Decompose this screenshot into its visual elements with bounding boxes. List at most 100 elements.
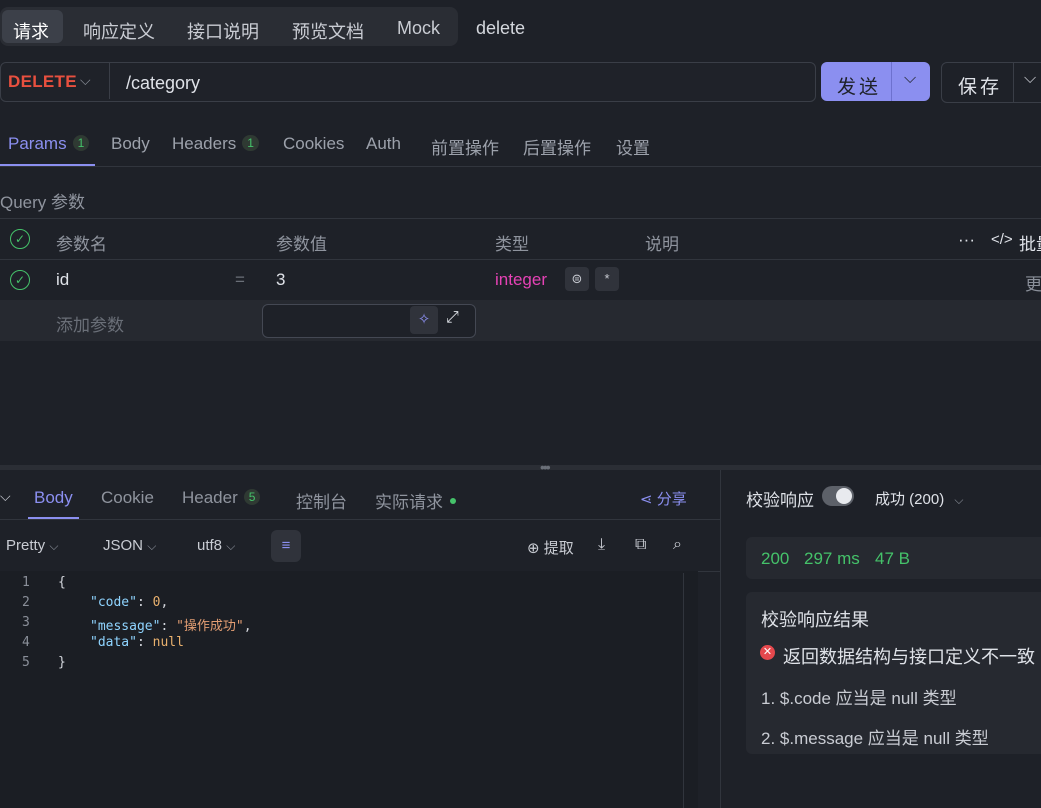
toggle-knob <box>836 488 852 504</box>
row-more-button[interactable]: 更 <box>1025 270 1041 295</box>
scrollbar[interactable] <box>683 573 699 808</box>
chevron-down-icon[interactable]: ⌵ <box>1024 70 1036 88</box>
tab-auth[interactable]: Auth <box>366 134 401 154</box>
drag-handle-icon[interactable]: ••• <box>540 459 551 475</box>
api-name[interactable]: delete <box>476 18 525 39</box>
tab-headers[interactable]: Headers 1 <box>172 134 259 154</box>
line-number: 1 <box>22 575 30 590</box>
line-number: 5 <box>22 655 30 670</box>
json-brace-close: } <box>58 655 66 670</box>
json-line-data: "data": null <box>90 635 184 650</box>
tab-response-definition[interactable]: 响应定义 <box>83 18 155 44</box>
json-key: "code" <box>90 595 137 610</box>
copy-icon[interactable]: ⧉ <box>635 536 646 554</box>
tab-params[interactable]: Params 1 <box>8 134 90 154</box>
json-value: "操作成功" <box>176 619 244 634</box>
add-param-placeholder[interactable]: 添加参数 <box>56 311 124 336</box>
tab-headers-label: Headers <box>172 134 237 153</box>
tab-actual-request-label: 实际请求 <box>375 493 443 512</box>
response-status-select[interactable]: 成功 (200) ⌵ <box>875 488 963 509</box>
json-value: null <box>152 635 184 650</box>
add-param-row <box>0 300 1041 341</box>
method-select[interactable]: DELETE <box>8 72 77 92</box>
column-header-value: 参数值 <box>276 235 327 254</box>
response-size: 47 B <box>875 549 910 568</box>
param-name[interactable]: id <box>56 270 69 290</box>
tab-body[interactable]: Body <box>111 134 150 154</box>
tab-mock[interactable]: Mock <box>397 18 440 39</box>
language-select[interactable]: JSON ⌵ <box>103 537 156 554</box>
tab-console[interactable]: 控制台 <box>296 488 347 513</box>
expand-icon[interactable]: ⤢ <box>446 309 459 327</box>
tab-preview-doc[interactable]: 预览文档 <box>292 18 364 44</box>
verify-error-item: 2. $.message 应当是 null 类型 <box>761 729 989 748</box>
tab-response-header-label: Header <box>182 488 238 507</box>
json-line-message: "message": "操作成功", <box>90 619 252 634</box>
param-type[interactable]: integer <box>495 270 547 290</box>
tab-pre-operations[interactable]: 前置操作 <box>431 134 499 159</box>
encoding-value: utf8 <box>197 537 223 554</box>
language-value: JSON <box>103 537 144 554</box>
divider <box>0 259 1041 260</box>
code-icon[interactable]: </> <box>991 231 1013 248</box>
tab-post-operations[interactable]: 后置操作 <box>523 134 591 159</box>
tab-response-header[interactable]: Header 5 <box>182 488 261 508</box>
share-label: 分享 <box>656 491 687 508</box>
header-count-badge: 5 <box>243 489 261 505</box>
chevron-down-icon[interactable]: ⌵ <box>80 72 91 89</box>
tab-cookies[interactable]: Cookies <box>283 134 344 154</box>
download-icon[interactable]: ⤓ <box>598 536 605 554</box>
magic-wand-icon[interactable]: ✧ <box>410 306 438 334</box>
line-number: 3 <box>22 615 30 630</box>
error-icon: ✕ <box>760 645 775 660</box>
chevron-down-icon: ⌵ <box>147 539 157 553</box>
save-button-label[interactable]: 保存 <box>958 72 1002 99</box>
collapse-chevron-icon[interactable]: ⌵ <box>0 488 11 505</box>
url-input[interactable]: /category <box>126 73 200 94</box>
chevron-down-icon: ⌵ <box>49 539 59 553</box>
tab-request[interactable]: 请求 <box>13 18 49 44</box>
required-marker[interactable]: * <box>595 267 619 291</box>
column-header-type: 类型 <box>495 235 529 254</box>
divider <box>0 166 1041 167</box>
share-button[interactable]: ⋖ 分享 <box>640 488 687 509</box>
word-wrap-icon[interactable]: ≡ <box>271 530 301 562</box>
more-icon[interactable]: ··· <box>958 230 975 250</box>
format-value: Pretty <box>6 537 46 554</box>
tab-api-description[interactable]: 接口说明 <box>187 18 259 44</box>
extract-icon: ⊕ <box>527 540 544 557</box>
tab-actual-request[interactable]: 实际请求 <box>375 488 456 513</box>
divider <box>1013 62 1014 102</box>
panel-splitter[interactable] <box>0 465 1041 470</box>
tab-settings[interactable]: 设置 <box>616 134 650 159</box>
status-code: 200 <box>761 549 790 568</box>
param-value[interactable]: 3 <box>276 270 285 290</box>
link-icon[interactable]: ⊜ <box>565 267 589 291</box>
tab-response-body[interactable]: Body <box>34 488 73 508</box>
verify-error-message: 返回数据结构与接口定义不一致 <box>783 647 1035 667</box>
send-button-label[interactable]: 发送 <box>837 72 881 99</box>
select-all-checkbox[interactable]: ✓ <box>10 229 30 249</box>
param-value-input[interactable] <box>262 304 476 338</box>
verify-result-title: 校验响应结果 <box>761 610 869 630</box>
divider <box>891 62 892 101</box>
url-bar <box>0 62 816 102</box>
format-select[interactable]: Pretty ⌵ <box>6 537 58 554</box>
chevron-down-icon: ⌵ <box>226 539 236 553</box>
verify-error-item: 1. $.code 应当是 null 类型 <box>761 689 957 708</box>
line-number: 4 <box>22 635 30 650</box>
bulk-edit-button[interactable]: 批量 <box>1019 230 1041 255</box>
headers-count-badge: 1 <box>242 135 259 151</box>
divider <box>0 218 1041 219</box>
divider <box>720 470 721 808</box>
divider <box>109 63 110 99</box>
chevron-down-icon[interactable]: ⌵ <box>904 70 916 88</box>
extract-button[interactable]: ⊕ 提取 <box>527 537 574 558</box>
column-header-name: 参数名 <box>56 235 107 254</box>
encoding-select[interactable]: utf8 ⌵ <box>197 537 235 554</box>
tab-response-cookie[interactable]: Cookie <box>101 488 154 508</box>
json-key: "data" <box>90 635 137 650</box>
row-checkbox[interactable]: ✓ <box>10 270 30 290</box>
divider <box>0 519 720 520</box>
search-icon[interactable]: ⌕ <box>673 536 682 554</box>
